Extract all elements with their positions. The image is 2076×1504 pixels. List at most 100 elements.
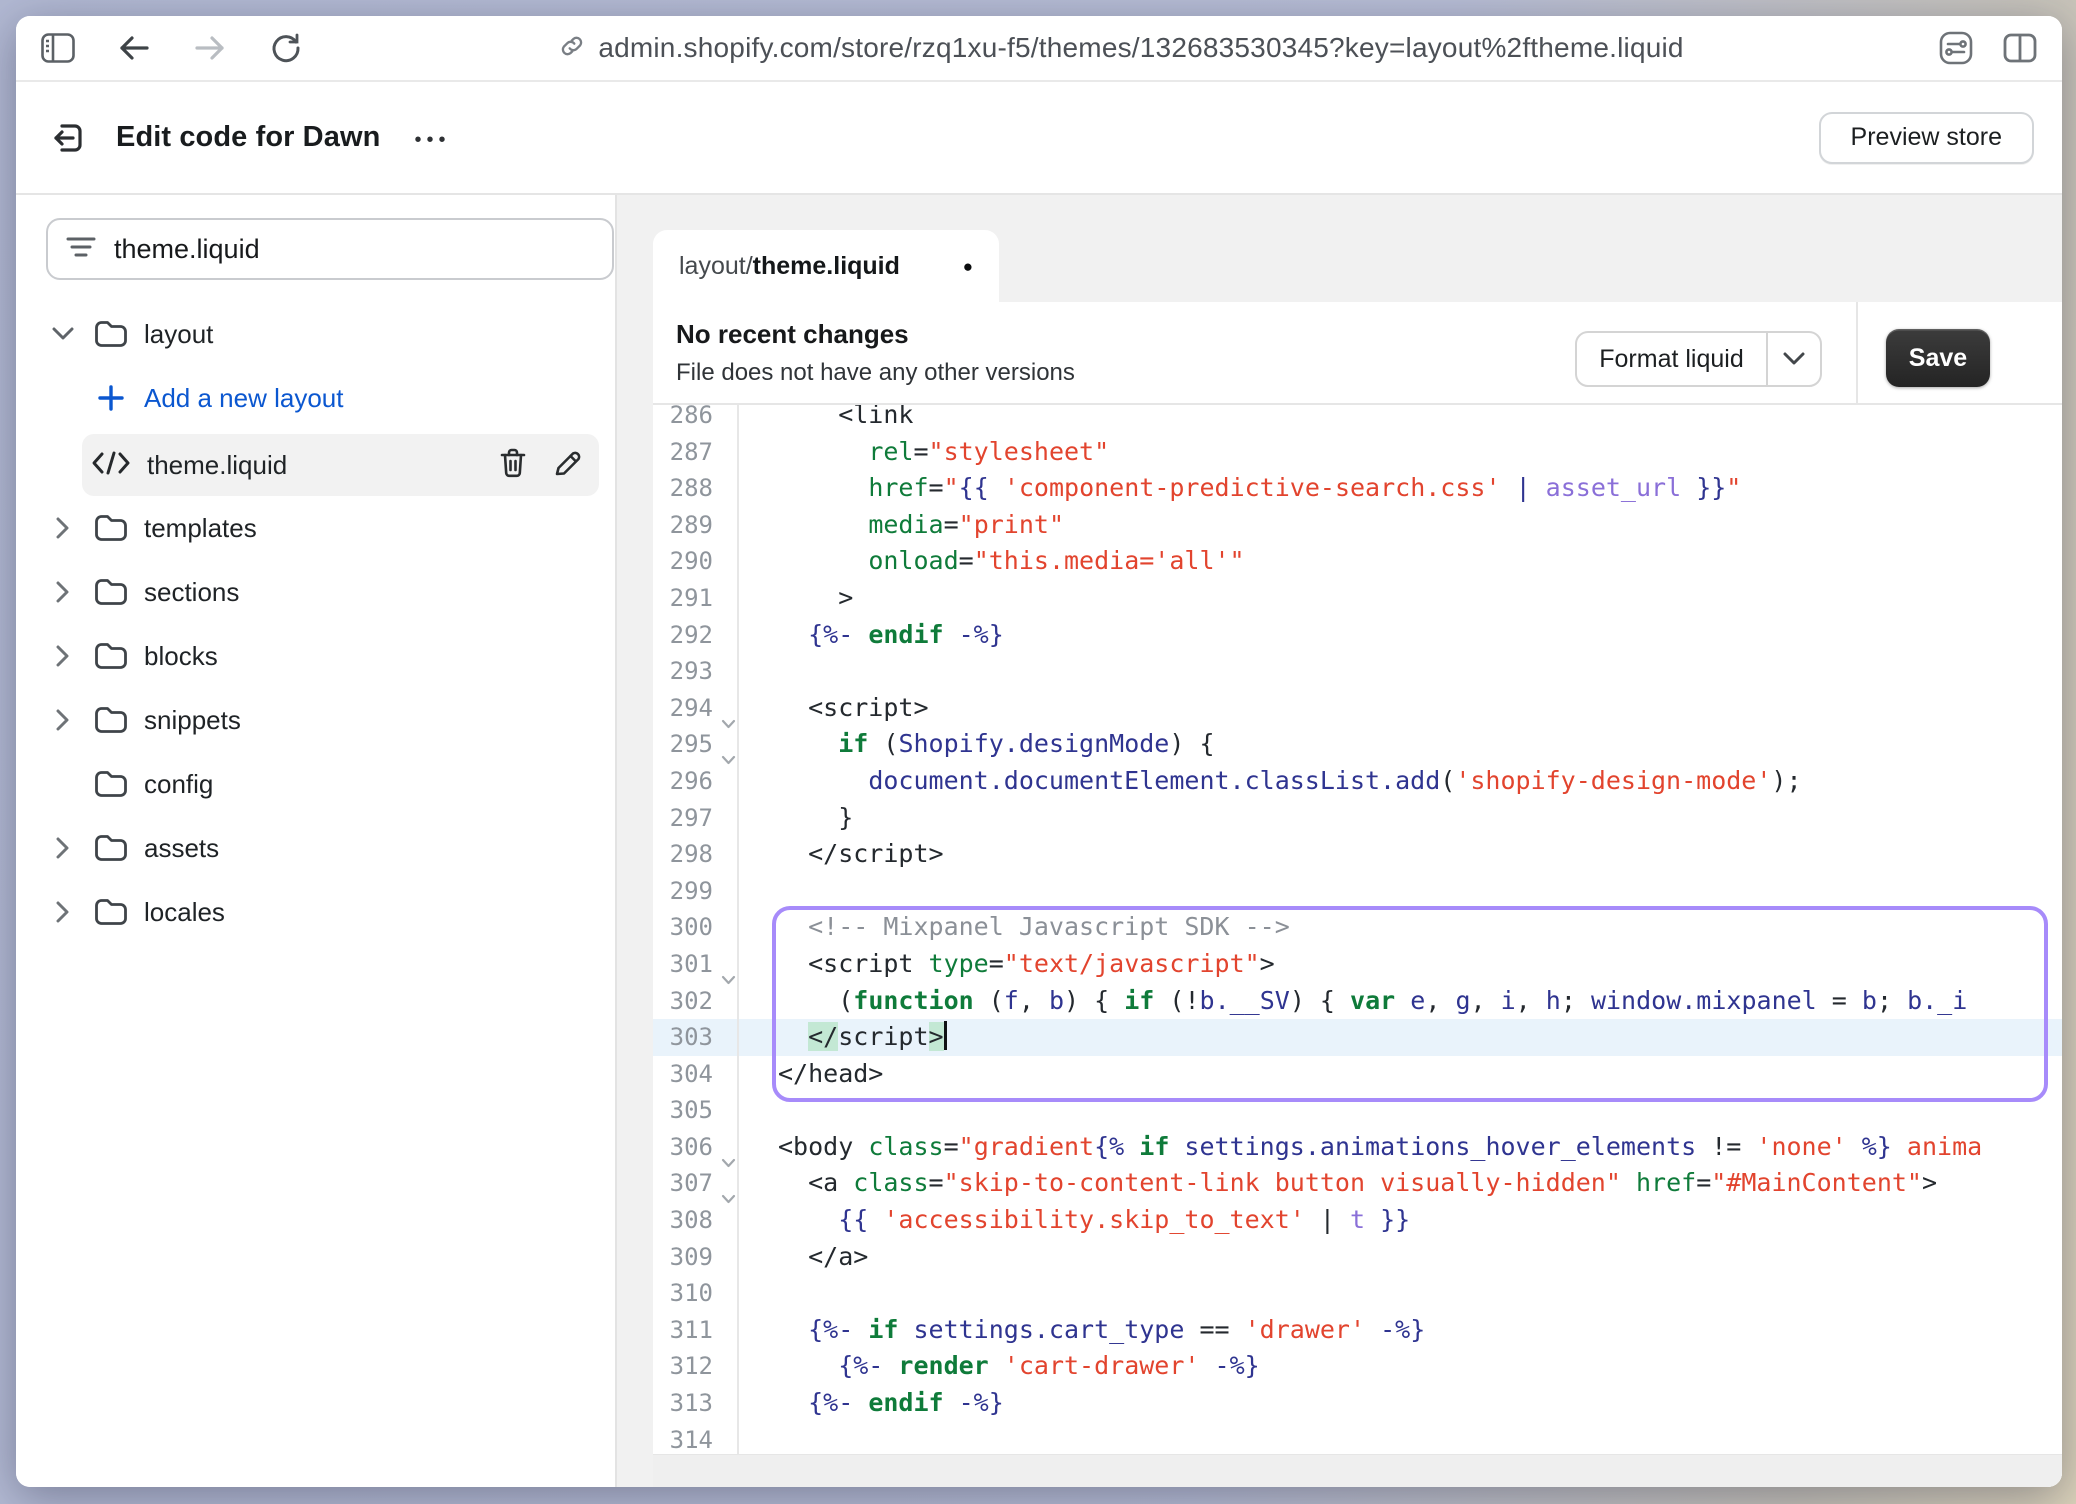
code-text: } — [739, 800, 853, 837]
sidebar-toggle-icon[interactable] — [40, 30, 76, 66]
code-line-299[interactable]: 299 — [653, 873, 2062, 910]
trash-icon[interactable] — [499, 448, 527, 483]
tree-item-label: assets — [144, 833, 219, 864]
line-number: 298 — [653, 836, 739, 873]
line-number: 302 — [653, 983, 739, 1020]
chevron-right-icon[interactable] — [51, 517, 75, 539]
band-divider — [1856, 302, 1858, 405]
chevron-right-icon[interactable] — [51, 581, 75, 603]
browser-window: admin.shopify.com/store/rzq1xu-f5/themes… — [16, 16, 2062, 1487]
line-number: 296 — [653, 763, 739, 800]
code-line-297[interactable]: 297 } — [653, 800, 2062, 837]
code-line-314[interactable]: 314 — [653, 1422, 2062, 1454]
folder-icon — [94, 706, 128, 734]
line-number: 311 — [653, 1312, 739, 1349]
sidebar-item-add-a-new-layout[interactable]: Add a new layout — [32, 370, 615, 426]
sidebar-item-sections[interactable]: sections — [32, 564, 615, 620]
chevron-right-icon[interactable] — [51, 837, 75, 859]
code-line-309[interactable]: 309 </a> — [653, 1239, 2062, 1276]
file-search[interactable] — [46, 218, 614, 280]
line-number: 308 — [653, 1202, 739, 1239]
code-line-313[interactable]: 313 {%- endif -%} — [653, 1385, 2062, 1422]
code-line-292[interactable]: 292 {%- endif -%} — [653, 617, 2062, 654]
code-line-294[interactable]: 294 <script> — [653, 690, 2062, 727]
plus-icon — [94, 384, 128, 412]
chevron-right-icon[interactable] — [51, 709, 75, 731]
code-line-306[interactable]: 306<body class="gradient{% if settings.a… — [653, 1129, 2062, 1166]
code-text — [739, 1275, 778, 1312]
pencil-icon[interactable] — [553, 448, 583, 483]
exit-icon[interactable] — [44, 114, 92, 162]
code-line-305[interactable]: 305 — [653, 1092, 2062, 1129]
line-number: 305 — [653, 1092, 739, 1129]
line-number: 288 — [653, 470, 739, 507]
code-line-312[interactable]: 312 {%- render 'cart-drawer' -%} — [653, 1348, 2062, 1385]
back-icon[interactable] — [116, 30, 152, 66]
chevron-right-icon[interactable] — [51, 901, 75, 923]
address-bar[interactable]: admin.shopify.com/store/rzq1xu-f5/themes… — [304, 32, 1938, 65]
extensions-icon[interactable] — [1938, 30, 1974, 66]
line-number: 300 — [653, 909, 739, 946]
file-sidebar: layout Add a new layout theme.liquidtempla… — [16, 195, 615, 1487]
code-file-icon — [91, 450, 131, 481]
changes-title: No recent changes — [676, 319, 2062, 350]
sidebar-item-blocks[interactable]: blocks — [32, 628, 615, 684]
format-liquid-button[interactable]: Format liquid — [1575, 331, 1822, 387]
chevron-right-icon[interactable] — [51, 645, 75, 667]
code-line-286[interactable]: 286 <link — [653, 405, 2062, 434]
sidebar-item-templates[interactable]: templates — [32, 500, 615, 556]
code-line-293[interactable]: 293 — [653, 653, 2062, 690]
line-number: 312 — [653, 1348, 739, 1385]
code-line-291[interactable]: 291 > — [653, 580, 2062, 617]
code-line-307[interactable]: 307 <a class="skip-to-content-link butto… — [653, 1165, 2062, 1202]
more-actions-button[interactable]: ••• — [414, 123, 450, 152]
tree-item-label: locales — [144, 897, 225, 928]
reload-icon[interactable] — [268, 30, 304, 66]
code-line-289[interactable]: 289 media="print" — [653, 507, 2062, 544]
line-number: 304 — [653, 1056, 739, 1093]
sidebar-item-locales[interactable]: locales — [32, 884, 615, 940]
sidebar-item-layout[interactable]: layout — [32, 306, 615, 362]
code-line-295[interactable]: 295 if (Shopify.designMode) { — [653, 726, 2062, 763]
code-area[interactable]: 286 <link287 rel="stylesheet"288 href="{… — [653, 405, 2062, 1454]
code-line-304[interactable]: 304</head> — [653, 1056, 2062, 1093]
sidebar-item-snippets[interactable]: snippets — [32, 692, 615, 748]
sidebar-item-assets[interactable]: assets — [32, 820, 615, 876]
preview-store-button[interactable]: Preview store — [1819, 112, 2034, 164]
tree-item-label: sections — [144, 577, 239, 608]
code-text: <script type="text/javascript"> — [739, 946, 1275, 983]
code-line-300[interactable]: 300 <!-- Mixpanel Javascript SDK --> — [653, 909, 2062, 946]
filter-icon — [66, 236, 96, 263]
code-line-290[interactable]: 290 onload="this.media='all'" — [653, 543, 2062, 580]
code-text: {%- endif -%} — [739, 1385, 1004, 1422]
chevron-down-icon[interactable] — [1768, 333, 1820, 385]
code-text: document.documentElement.classList.add('… — [739, 763, 1802, 800]
code-line-288[interactable]: 288 href="{{ 'component-predictive-searc… — [653, 470, 2062, 507]
code-line-311[interactable]: 311 {%- if settings.cart_type == 'drawer… — [653, 1312, 2062, 1349]
code-lines: 286 <link287 rel="stylesheet"288 href="{… — [653, 405, 2062, 1454]
sidebar-item-theme-liquid[interactable]: theme.liquid — [82, 434, 599, 496]
chevron-down-icon[interactable] — [51, 327, 75, 341]
tree-item-label: config — [144, 769, 213, 800]
code-line-308[interactable]: 308 {{ 'accessibility.skip_to_text' | t … — [653, 1202, 2062, 1239]
code-line-302[interactable]: 302 (function (f, b) { if (!b.__SV) { va… — [653, 983, 2062, 1020]
forward-icon[interactable] — [192, 30, 228, 66]
tree-item-label: layout — [144, 319, 213, 350]
code-line-303[interactable]: 303 </script> — [653, 1019, 2062, 1056]
code-line-310[interactable]: 310 — [653, 1275, 2062, 1312]
code-line-287[interactable]: 287 rel="stylesheet" — [653, 434, 2062, 471]
code-line-301[interactable]: 301 <script type="text/javascript"> — [653, 946, 2062, 983]
line-number: 294 — [653, 690, 739, 727]
code-line-296[interactable]: 296 document.documentElement.classList.a… — [653, 763, 2062, 800]
line-number: 293 — [653, 653, 739, 690]
line-number: 306 — [653, 1129, 739, 1166]
sidebar-item-config[interactable]: config — [32, 756, 615, 812]
save-button[interactable]: Save — [1886, 329, 1990, 387]
search-input[interactable] — [112, 233, 594, 266]
code-line-298[interactable]: 298 </script> — [653, 836, 2062, 873]
folder-icon — [94, 898, 128, 926]
line-number: 287 — [653, 434, 739, 471]
code-text: <body class="gradient{% if settings.anim… — [739, 1129, 1982, 1166]
tab-theme-liquid[interactable]: layout/theme.liquid ● — [653, 230, 999, 302]
split-view-icon[interactable] — [2002, 30, 2038, 66]
